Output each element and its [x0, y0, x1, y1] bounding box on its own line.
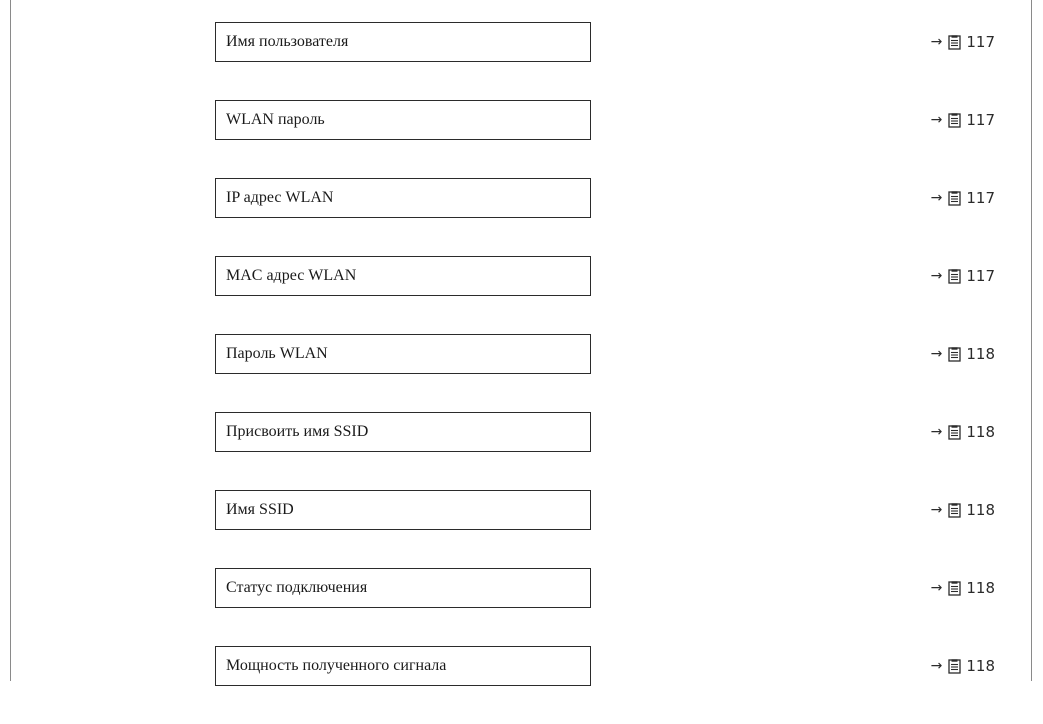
- parameter-box[interactable]: IP адрес WLAN: [215, 178, 591, 218]
- page-reference-icon: [948, 502, 962, 518]
- parameter-label: Имя пользователя: [226, 33, 349, 50]
- parameter-box[interactable]: Имя пользователя: [215, 22, 591, 62]
- page-number: 118: [966, 579, 995, 597]
- arrow-right-icon: →: [930, 658, 943, 674]
- page-number: 117: [966, 267, 995, 285]
- arrow-right-icon: →: [930, 502, 943, 518]
- parameter-label: WLAN пароль: [226, 111, 325, 128]
- page-number: 118: [966, 501, 995, 519]
- parameter-row: IP адрес WLAN → 117: [215, 178, 995, 220]
- parameter-row: Присвоить имя SSID → 118: [215, 412, 995, 454]
- page-reference-icon: [948, 34, 962, 50]
- arrow-right-icon: →: [930, 34, 943, 50]
- page-number: 117: [966, 111, 995, 129]
- parameter-label: Пароль WLAN: [226, 345, 328, 362]
- page-reference[interactable]: → 118: [931, 334, 995, 374]
- page-reference[interactable]: → 118: [931, 412, 995, 452]
- arrow-right-icon: →: [930, 580, 943, 596]
- parameter-list: Имя пользователя → 117 WLAN пароль → 117…: [215, 22, 995, 724]
- arrow-right-icon: →: [930, 190, 943, 206]
- page-reference[interactable]: → 117: [931, 256, 995, 296]
- page-reference-icon: [948, 658, 962, 674]
- parameter-label: Присвоить имя SSID: [226, 423, 369, 440]
- page-number: 118: [966, 423, 995, 441]
- parameter-box[interactable]: Пароль WLAN: [215, 334, 591, 374]
- page-number: 118: [966, 345, 995, 363]
- parameter-label: Мощность полученного сигнала: [226, 657, 447, 674]
- parameter-row: WLAN пароль → 117: [215, 100, 995, 142]
- parameter-box[interactable]: Присвоить имя SSID: [215, 412, 591, 452]
- page-reference[interactable]: → 118: [931, 568, 995, 608]
- arrow-right-icon: →: [930, 112, 943, 128]
- parameter-row: Статус подключения → 118: [215, 568, 995, 610]
- parameter-label: MAC адрес WLAN: [226, 267, 357, 284]
- page-reference-icon: [948, 112, 962, 128]
- parameter-row: Мощность полученного сигнала → 118: [215, 646, 995, 688]
- parameter-label: Имя SSID: [226, 501, 294, 518]
- parameter-box[interactable]: WLAN пароль: [215, 100, 591, 140]
- parameter-label: IP адрес WLAN: [226, 189, 334, 206]
- page-frame-left: [10, 0, 11, 681]
- parameter-row: MAC адрес WLAN → 117: [215, 256, 995, 298]
- page-reference[interactable]: → 117: [931, 22, 995, 62]
- page-reference-icon: [948, 346, 962, 362]
- parameter-box[interactable]: MAC адрес WLAN: [215, 256, 591, 296]
- page-number: 117: [966, 33, 995, 51]
- page-frame-right: [1031, 0, 1032, 681]
- page-reference[interactable]: → 117: [931, 100, 995, 140]
- page-number: 118: [966, 657, 995, 675]
- arrow-right-icon: →: [930, 424, 943, 440]
- page-reference-icon: [948, 424, 962, 440]
- page-reference-icon: [948, 190, 962, 206]
- parameter-label: Статус подключения: [226, 579, 368, 596]
- page-reference-icon: [948, 580, 962, 596]
- parameter-row: Имя SSID → 118: [215, 490, 995, 532]
- page-reference-icon: [948, 268, 962, 284]
- page-number: 117: [966, 189, 995, 207]
- parameter-row: Имя пользователя → 117: [215, 22, 995, 64]
- page-reference[interactable]: → 117: [931, 178, 995, 218]
- arrow-right-icon: →: [930, 346, 943, 362]
- parameter-box[interactable]: Мощность полученного сигнала: [215, 646, 591, 686]
- parameter-box[interactable]: Имя SSID: [215, 490, 591, 530]
- parameter-row: Пароль WLAN → 118: [215, 334, 995, 376]
- parameter-box[interactable]: Статус подключения: [215, 568, 591, 608]
- arrow-right-icon: →: [930, 268, 943, 284]
- page-reference[interactable]: → 118: [931, 646, 995, 686]
- page-reference[interactable]: → 118: [931, 490, 995, 530]
